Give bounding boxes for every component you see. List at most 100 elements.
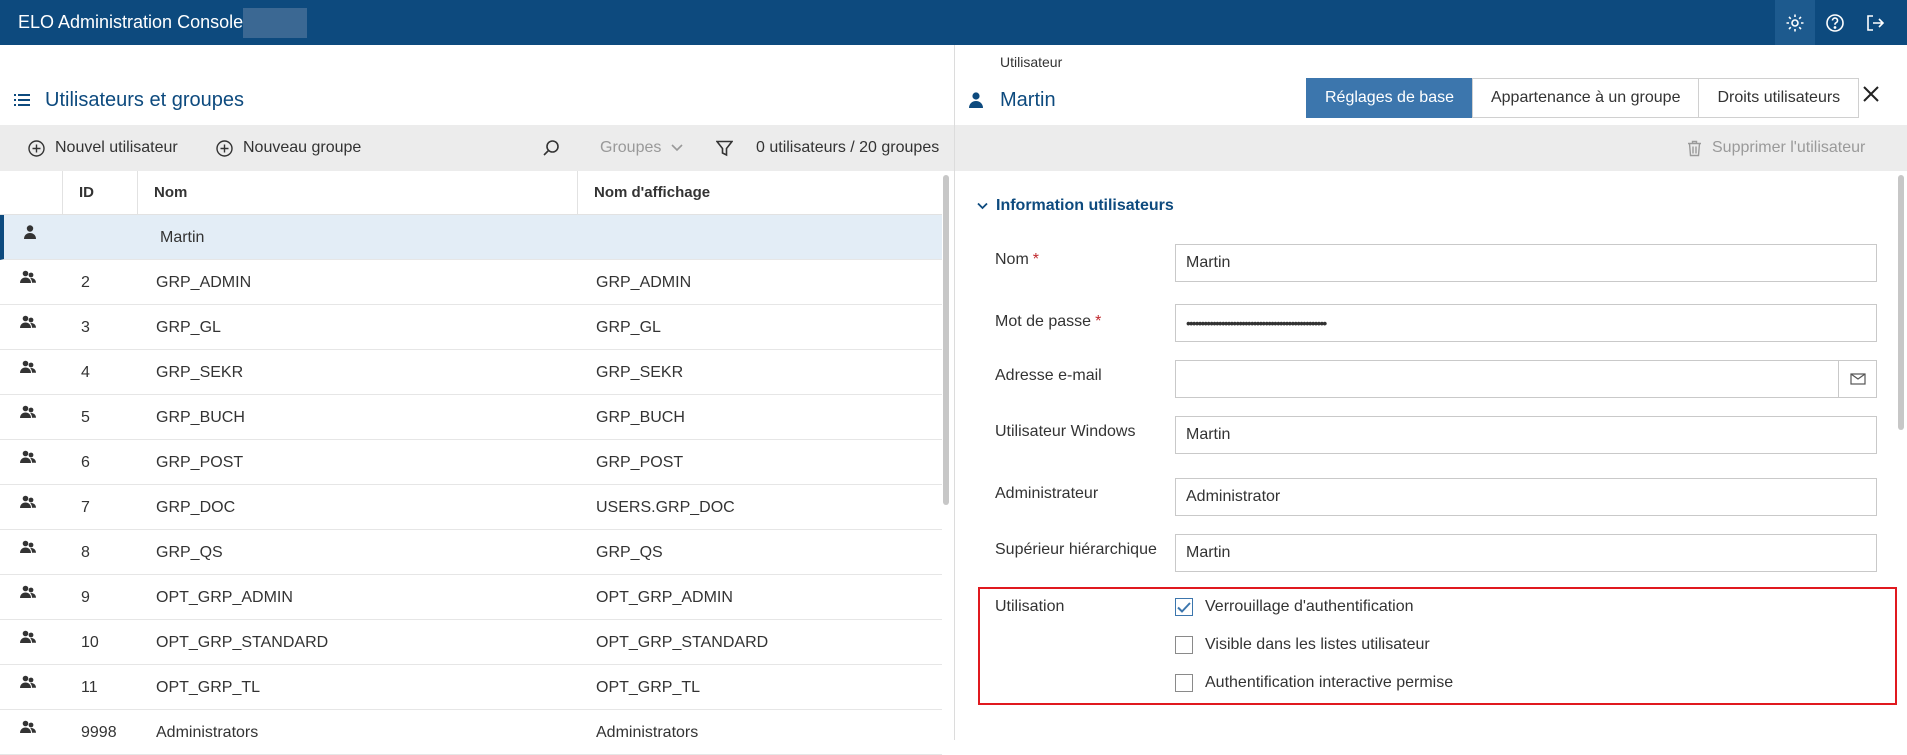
add-circle-icon <box>216 139 233 157</box>
groups-filter-select[interactable]: Groupes <box>600 125 683 171</box>
table-row[interactable]: 5 GRP_BUCH GRP_BUCH <box>0 395 942 440</box>
search-button[interactable] <box>542 125 570 171</box>
cell-display-name: USERS.GRP_DOC <box>596 499 735 516</box>
breadcrumb: Utilisateur <box>1000 54 1063 70</box>
row-type-icon <box>20 495 36 514</box>
new-user-button[interactable]: Nouvel utilisateur <box>28 125 178 171</box>
detail-toolbar: Supprimer l'utilisateur <box>955 125 1907 171</box>
windows-user-field[interactable]: Martin <box>1175 416 1877 454</box>
superior-field[interactable]: Martin <box>1175 534 1877 572</box>
new-group-button[interactable]: Nouveau groupe <box>216 125 361 171</box>
column-header-display-name[interactable]: Nom d'affichage <box>577 171 710 215</box>
row-type-icon <box>20 270 36 289</box>
page-title: Utilisateurs et groupes <box>45 89 244 111</box>
user-icon <box>969 92 983 108</box>
table-row[interactable]: 4 GRP_SEKR GRP_SEKR <box>0 350 942 395</box>
cell-name: GRP_QS <box>156 544 223 561</box>
checkbox-visible-in-lists[interactable]: Visible dans les listes utilisateur <box>1175 636 1430 654</box>
help-icon <box>1826 13 1844 32</box>
administrator-field[interactable]: Administrator <box>1175 478 1877 516</box>
group-icon <box>20 270 36 283</box>
table-row[interactable]: 10 OPT_GRP_STANDARD OPT_GRP_STANDARD <box>0 620 942 665</box>
search-icon <box>543 140 559 156</box>
row-type-icon <box>20 540 36 559</box>
group-icon <box>20 315 36 328</box>
cell-id: 2 <box>81 274 90 291</box>
table-row[interactable]: 7 GRP_DOC USERS.GRP_DOC <box>0 485 942 530</box>
table-row[interactable]: 3 GRP_GL GRP_GL <box>0 305 942 350</box>
group-icon <box>20 585 36 598</box>
password-label: Mot de passe * <box>995 313 1102 330</box>
cell-id: 8 <box>81 544 90 561</box>
column-header-name[interactable]: Nom <box>137 171 187 215</box>
checkbox-unchecked[interactable] <box>1175 674 1193 692</box>
superior-label: Supérieur hiérarchique <box>995 541 1157 558</box>
tab-basic-settings[interactable]: Réglages de base <box>1306 78 1473 118</box>
list-scrollbar[interactable] <box>943 175 949 505</box>
checkbox-label: Visible dans les listes utilisateur <box>1205 636 1430 653</box>
result-count: 0 utilisateurs / 20 groupes <box>756 139 940 156</box>
group-icon <box>20 450 36 463</box>
windows-user-label: Utilisateur Windows <box>995 423 1136 440</box>
tab-user-rights[interactable]: Droits utilisateurs <box>1698 78 1860 118</box>
send-email-button[interactable] <box>1838 360 1877 398</box>
email-field[interactable] <box>1175 360 1839 398</box>
cell-name: GRP_BUCH <box>156 409 245 426</box>
table-row[interactable]: 8 GRP_QS GRP_QS <box>0 530 942 575</box>
delete-user-button[interactable]: Supprimer l'utilisateur <box>1687 125 1865 171</box>
group-icon <box>20 540 36 553</box>
row-type-icon <box>20 360 36 379</box>
cell-display-name: GRP_GL <box>596 319 661 336</box>
cell-display-name: OPT_GRP_ADMIN <box>596 589 733 606</box>
checkbox-interactive-auth[interactable]: Authentification interactive permise <box>1175 674 1453 692</box>
detail-tabs: Réglages de base Appartenance à un group… <box>1306 78 1860 118</box>
table-row[interactable]: 2 GRP_ADMIN GRP_ADMIN <box>0 260 942 305</box>
cell-name: OPT_GRP_STANDARD <box>156 634 329 651</box>
settings-button[interactable] <box>1775 0 1815 45</box>
cell-name: OPT_GRP_TL <box>156 679 261 696</box>
row-type-icon <box>20 720 36 739</box>
checkbox-label: Authentification interactive permise <box>1205 674 1454 691</box>
filter-button[interactable] <box>716 125 743 171</box>
cell-name: GRP_DOC <box>156 499 236 516</box>
tab-group-membership[interactable]: Appartenance à un groupe <box>1471 78 1700 118</box>
app-title: ELO Administration Console <box>18 12 244 32</box>
cell-id: 10 <box>81 634 99 651</box>
checkbox-checked[interactable] <box>1175 598 1193 616</box>
list-icon <box>14 94 30 106</box>
cell-name: OPT_GRP_ADMIN <box>156 589 293 606</box>
detail-scrollbar[interactable] <box>1898 175 1904 430</box>
table-row[interactable]: 11 OPT_GRP_TL OPT_GRP_TL <box>0 665 942 710</box>
cell-name: Administrators <box>156 724 259 741</box>
users-groups-pane: Utilisateurs et groupes Nouvel utilisate… <box>0 45 954 755</box>
close-icon[interactable] <box>1862 85 1880 103</box>
logout-icon <box>1867 14 1885 31</box>
user-title: Martin <box>1000 89 1056 111</box>
group-icon <box>20 360 36 373</box>
row-type-icon <box>20 450 36 469</box>
table-row[interactable]: 9 OPT_GRP_ADMIN OPT_GRP_ADMIN <box>0 575 942 620</box>
gear-icon <box>1786 14 1804 31</box>
table-row[interactable]: 9998 Administrators Administrators <box>0 710 942 755</box>
cell-name: GRP_GL <box>156 319 221 336</box>
cell-id: 3 <box>81 319 90 336</box>
administrator-label: Administrateur <box>995 485 1099 502</box>
row-type-icon <box>20 630 36 649</box>
chevron-down-icon <box>671 144 683 152</box>
table-row[interactable]: 6 GRP_POST GRP_POST <box>0 440 942 485</box>
name-field[interactable]: Martin <box>1175 244 1877 282</box>
trash-icon <box>1688 140 1701 156</box>
table-row[interactable]: Martin <box>0 215 942 260</box>
password-field[interactable]: ••••••••••••••••••••••••••••••••••••••••… <box>1175 304 1877 342</box>
group-icon <box>20 495 36 508</box>
usage-label: Utilisation <box>995 598 1065 615</box>
checkbox-auth-lock[interactable]: Verrouillage d'authentification <box>1175 598 1414 616</box>
section-user-info[interactable]: Information utilisateurs <box>977 197 1174 215</box>
column-header-id[interactable]: ID <box>62 171 94 215</box>
help-button[interactable] <box>1815 0 1855 45</box>
filter-icon <box>716 140 733 156</box>
checkbox-unchecked[interactable] <box>1175 636 1193 654</box>
groups-filter-value: Groupes <box>600 139 662 156</box>
cell-id: 6 <box>81 454 90 471</box>
logout-button[interactable] <box>1855 0 1895 45</box>
